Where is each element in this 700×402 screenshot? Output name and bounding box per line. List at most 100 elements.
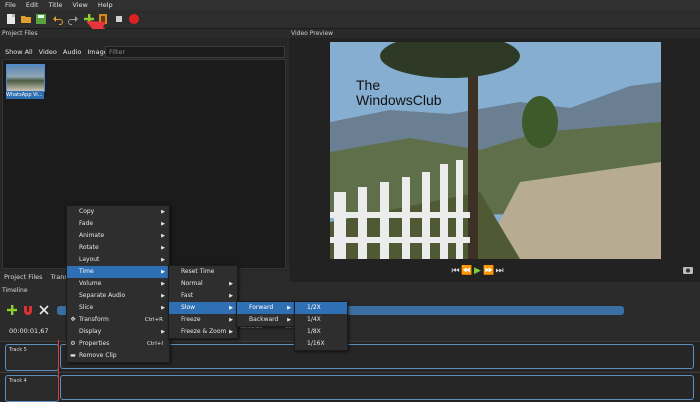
menu-item-label: Copy [79, 208, 95, 215]
menu-item-label: Volume [79, 280, 102, 287]
time-menu-item-slow[interactable]: Slow ▶ [169, 302, 237, 314]
project-filter-bar: Show All Video Audio Image Filter [2, 45, 286, 59]
tab-project-files[interactable]: Project Files [0, 271, 47, 283]
playback-controls: ⏮⏪ ▶ ⏩⏭ [450, 264, 540, 278]
filter-video-tab[interactable]: Video [36, 45, 60, 59]
context-menu-item-remove-clip[interactable]: ▬ Remove Clip [67, 350, 169, 362]
timeline-title: Timeline [2, 287, 28, 294]
context-menu-item-time[interactable]: Time ▶ [67, 266, 169, 278]
submenu-arrow-icon: ▶ [161, 281, 165, 287]
direction-menu-item-backward[interactable]: Backward ▶ [237, 314, 295, 326]
menu-item-label: 1/16X [307, 340, 325, 347]
context-menu-item-volume[interactable]: Volume ▶ [67, 278, 169, 290]
menu-item-label: Slow [181, 304, 196, 311]
menu-item-label: Reset Time [181, 268, 215, 275]
speed-submenu: 1/2X 1/4X 1/8X 1/16X [294, 301, 348, 351]
time-menu-item-freeze[interactable]: Freeze ▶ [169, 314, 237, 326]
submenu-arrow-icon: ▶ [229, 281, 233, 287]
razor-icon[interactable] [38, 304, 50, 316]
context-menu-item-layout[interactable]: Layout ▶ [67, 254, 169, 266]
menu-help[interactable]: Help [93, 0, 118, 10]
submenu-arrow-icon: ▶ [161, 245, 165, 251]
video-file-thumbnail[interactable] [6, 64, 45, 92]
submenu-arrow-icon: ▶ [229, 293, 233, 299]
file-item-label[interactable]: WhatsApp Vi... [6, 91, 44, 99]
menu-item-label: 1/2X [307, 304, 321, 311]
rewind-icon[interactable]: ⏪ [461, 264, 472, 278]
menu-item-label: Display [79, 328, 102, 335]
submenu-arrow-icon: ▶ [161, 329, 165, 335]
menu-item-label: Time [79, 268, 94, 275]
scene-image [330, 42, 661, 259]
track-header[interactable]: Track 5 [5, 344, 59, 371]
menu-item-label: 1/8X [307, 328, 321, 335]
context-menu-item-properties[interactable]: ⚙ Properties Ctrl+I [67, 338, 169, 350]
menu-item-label: Remove Clip [79, 352, 117, 359]
video-preview-title: Video Preview [289, 29, 700, 38]
playhead[interactable] [58, 340, 59, 400]
time-menu-item-freeze-zoom[interactable]: Freeze & Zoom ▶ [169, 326, 237, 338]
transform-icon: ✥ [70, 316, 76, 323]
watermark-line-1: The [356, 77, 381, 93]
filter-input[interactable]: Filter [105, 46, 285, 58]
context-menu-item-copy[interactable]: Copy ▶ [67, 206, 169, 218]
snap-icon[interactable] [22, 304, 34, 316]
submenu-arrow-icon: ▶ [161, 233, 165, 239]
submenu-arrow-icon: ▶ [287, 317, 291, 323]
time-menu-item-normal[interactable]: Normal ▶ [169, 278, 237, 290]
menu-item-shortcut: Ctrl+R [144, 317, 163, 323]
menu-file[interactable]: File [0, 0, 21, 10]
remove-clip-icon: ▬ [70, 352, 76, 359]
speed-menu-item-1-4x[interactable]: 1/4X [295, 314, 347, 326]
context-menu-item-animate[interactable]: Animate ▶ [67, 230, 169, 242]
context-menu-item-transform[interactable]: ✥ Transform Ctrl+R [67, 314, 169, 326]
track-label: Track 4 [9, 378, 27, 384]
jump-end-icon[interactable]: ⏭ [494, 264, 505, 278]
menu-item-label: 1/4X [307, 316, 321, 323]
speed-menu-item-1-16x[interactable]: 1/16X [295, 338, 347, 350]
fast-forward-icon[interactable]: ⏩ [483, 264, 494, 278]
menu-item-label: Fade [79, 220, 94, 227]
track-row: Track 4 [0, 372, 700, 402]
menu-item-label: Separate Audio [79, 292, 126, 299]
open-project-icon[interactable] [20, 13, 32, 25]
submenu-arrow-icon: ▶ [161, 221, 165, 227]
menu-item-label: Backward [249, 316, 279, 323]
submenu-arrow-icon: ▶ [287, 305, 291, 311]
jump-start-icon[interactable]: ⏮ [450, 264, 461, 278]
context-menu-item-rotate[interactable]: Rotate ▶ [67, 242, 169, 254]
menu-view[interactable]: View [67, 0, 92, 10]
direction-menu-item-forward[interactable]: Forward ▶ [237, 302, 295, 314]
context-menu-item-slice[interactable]: Slice ▶ [67, 302, 169, 314]
menu-edit[interactable]: Edit [21, 0, 44, 10]
save-project-icon[interactable] [35, 13, 47, 25]
submenu-arrow-icon: ▶ [229, 329, 233, 335]
submenu-arrow-icon: ▶ [229, 305, 233, 311]
submenu-arrow-icon: ▶ [161, 209, 165, 215]
video-frame[interactable]: The WindowsClub [330, 42, 661, 259]
properties-icon: ⚙ [70, 340, 76, 347]
context-menu-item-separate-audio[interactable]: Separate Audio ▶ [67, 290, 169, 302]
menu-title[interactable]: Title [43, 0, 67, 10]
time-menu-item-reset-time[interactable]: Reset Time [169, 266, 237, 278]
time-menu-item-fast[interactable]: Fast ▶ [169, 290, 237, 302]
filter-audio-tab[interactable]: Audio [60, 45, 84, 59]
submenu-arrow-icon: ▶ [161, 293, 165, 299]
track-lane[interactable] [60, 375, 694, 400]
filter-show-all-tab[interactable]: Show All [2, 45, 36, 59]
direction-submenu: Forward ▶ Backward ▶ [236, 301, 296, 327]
play-icon[interactable]: ▶ [472, 264, 483, 278]
time-submenu: Reset Time Normal ▶ Fast ▶ Slow ▶ Freeze ▶ Freeze… [168, 265, 238, 339]
camera-icon[interactable] [682, 265, 694, 275]
menu-item-label: Fast [181, 292, 194, 299]
menu-item-label: Normal [181, 280, 203, 287]
menu-item-label: Freeze [181, 316, 201, 323]
add-track-icon[interactable] [6, 304, 18, 316]
speed-menu-item-1-8x[interactable]: 1/8X [295, 326, 347, 338]
track-label: Track 5 [9, 347, 27, 353]
new-project-icon[interactable] [5, 13, 17, 25]
speed-menu-item-1-2x[interactable]: 1/2X [295, 302, 347, 314]
context-menu-item-display[interactable]: Display ▶ [67, 326, 169, 338]
track-header[interactable]: Track 4 [5, 375, 59, 402]
context-menu-item-fade[interactable]: Fade ▶ [67, 218, 169, 230]
